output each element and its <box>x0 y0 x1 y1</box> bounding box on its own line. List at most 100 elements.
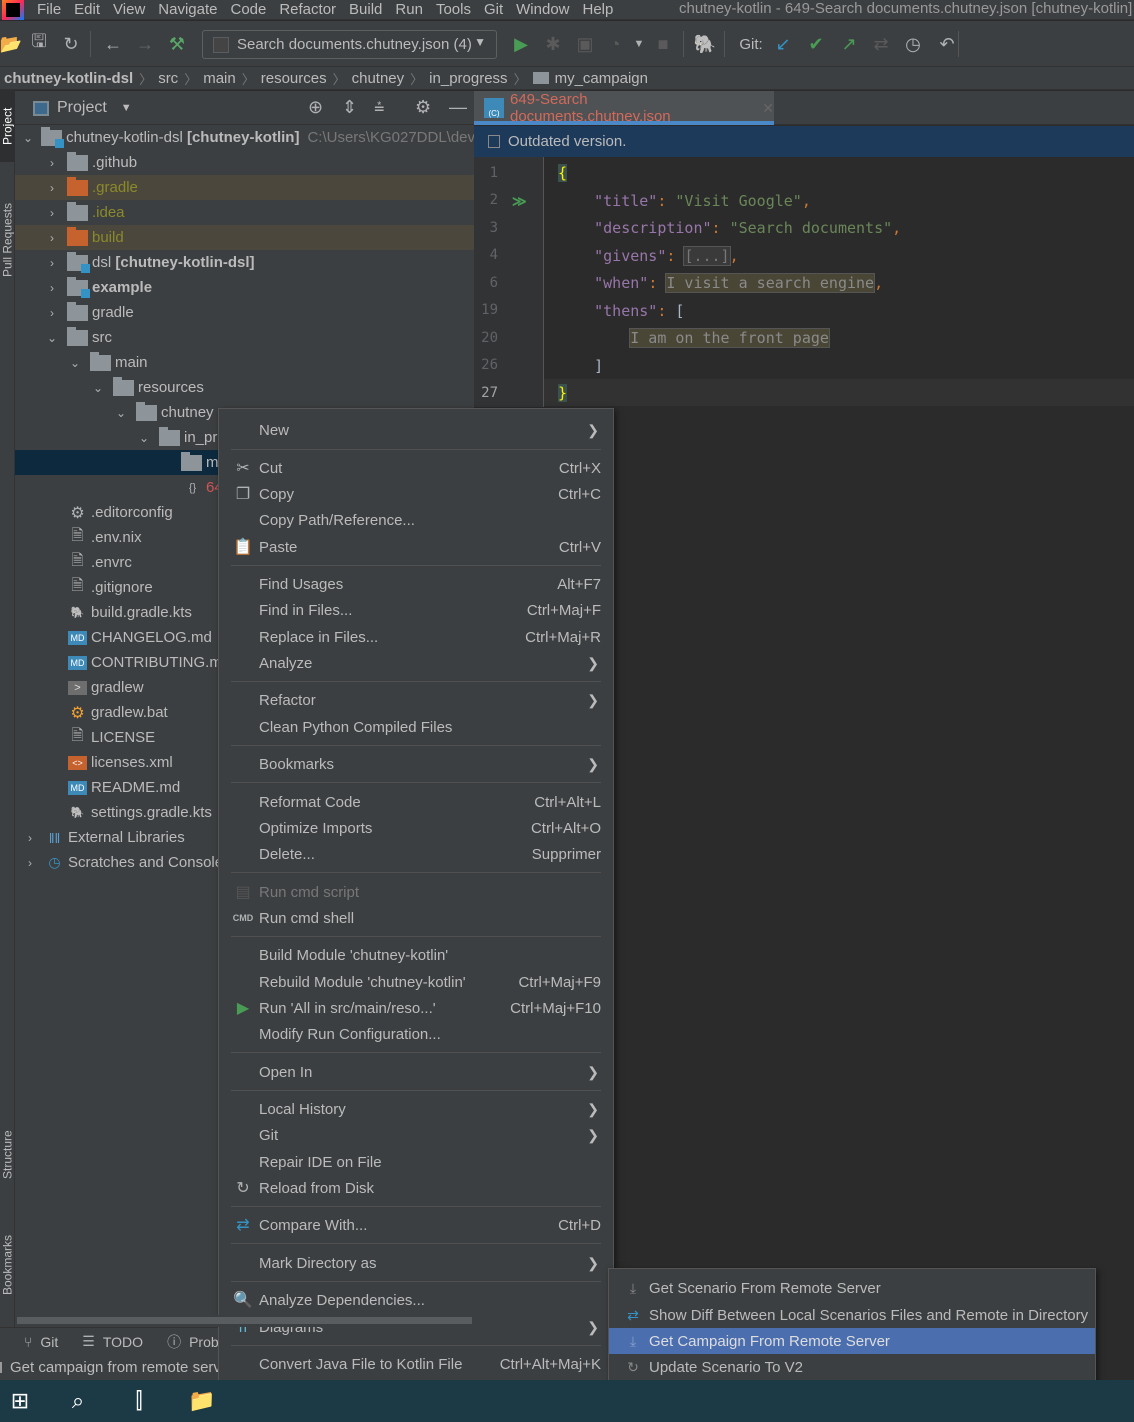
tree-item[interactable]: ⌄ src <box>15 325 474 350</box>
run-icon[interactable]: ▶ <box>510 33 532 55</box>
close-tab-icon[interactable]: ✕ <box>762 100 774 117</box>
tree-item[interactable]: › .github <box>15 150 474 175</box>
menu-help[interactable]: Help <box>583 1 614 18</box>
breadcrumb-item[interactable]: in_progress <box>429 70 507 87</box>
menu-code[interactable]: Code <box>230 1 266 18</box>
menu-item-copy-path[interactable]: Copy Path/Reference... <box>219 507 613 533</box>
menu-item-analyze[interactable]: Analyze ❯ <box>219 650 613 676</box>
build-hammer-icon[interactable]: ⚒ <box>166 33 188 55</box>
menu-item-local-history[interactable]: Local History ❯ <box>219 1096 613 1122</box>
menu-item-repair-ide[interactable]: Repair IDE on File <box>219 1149 613 1175</box>
rollback-icon[interactable]: ↶ <box>936 33 958 55</box>
debug-icon[interactable]: ✱ <box>542 33 564 55</box>
project-view-selector[interactable]: Project ▼ <box>33 99 132 117</box>
menu-item-build-module[interactable]: Build Module 'chutney-kotlin' <box>219 942 613 968</box>
tree-item[interactable]: ⌄ resources <box>15 375 474 400</box>
menu-item-refactor[interactable]: Refactor ❯ <box>219 687 613 713</box>
menu-item-convert-java-to-kotlin[interactable]: Convert Java File to Kotlin File Ctrl+Alt… <box>219 1351 613 1377</box>
chevron-down-icon[interactable]: ▼ <box>628 33 650 55</box>
submenu-item-show-diff[interactable]: ⇄ Show Diff Between Local Scenarios Files… <box>609 1302 1095 1328</box>
sync-icon[interactable]: ↻ <box>60 33 82 55</box>
tool-window-todo[interactable]: ☰ TODO <box>82 1333 143 1350</box>
menu-item-optimize-imports[interactable]: Optimize Imports Ctrl+Alt+O <box>219 815 613 841</box>
tree-item[interactable]: › .gradle <box>15 175 474 200</box>
tool-tab-project[interactable]: Project <box>0 90 15 162</box>
expand-all-icon[interactable]: ⇕ <box>342 97 357 118</box>
menu-item-mark-directory[interactable]: Mark Directory as ❯ <box>219 1250 613 1276</box>
menu-edit[interactable]: Edit <box>74 1 100 18</box>
run-scenario-gutter-icon[interactable]: ≫ <box>512 193 527 210</box>
menu-item-replace-in-files[interactable]: Replace in Files... Ctrl+Maj+R <box>219 624 613 650</box>
stop-icon[interactable]: ■ <box>652 33 674 55</box>
tree-item-root[interactable]: ⌄ chutney-kotlin-dsl [chutney-kotlin] C:… <box>15 125 475 150</box>
git-compare-icon[interactable]: ⇄ <box>870 33 892 55</box>
tool-tab-pull-requests[interactable]: Pull Requests <box>0 185 15 295</box>
file-explorer-icon[interactable]: 📁 <box>188 1388 216 1414</box>
menu-window[interactable]: Window <box>516 1 569 18</box>
collapse-all-icon[interactable]: ⩮ <box>374 97 385 118</box>
folded-region[interactable]: I visit a search engine <box>665 273 876 293</box>
menu-file[interactable]: File <box>37 1 61 18</box>
submenu-item-get-campaign[interactable]: ⤓ Get Campaign From Remote Server <box>609 1328 1095 1354</box>
coverage-icon[interactable]: ▣ <box>574 33 596 55</box>
history-clock-icon[interactable]: ◷ <box>902 33 924 55</box>
git-update-icon[interactable]: ↙ <box>772 33 794 55</box>
menu-navigate[interactable]: Navigate <box>158 1 217 18</box>
menu-refactor[interactable]: Refactor <box>279 1 336 18</box>
profile-icon[interactable]: ◔ <box>604 33 626 55</box>
menu-item-cut[interactable]: ✂ Cut Ctrl+X <box>219 455 613 481</box>
scrollbar-thumb[interactable] <box>17 1317 472 1324</box>
menu-item-reformat-code[interactable]: Reformat Code Ctrl+Alt+L <box>219 789 613 815</box>
editor-tab-active[interactable]: (C) 649-Search documents.chutney.json ✕ <box>474 91 774 125</box>
windows-start-icon[interactable]: ⊞ <box>6 1388 34 1414</box>
menu-item-git[interactable]: Git ❯ <box>219 1122 613 1148</box>
folded-region[interactable]: [...] <box>683 246 731 266</box>
git-push-icon[interactable]: ↗ <box>838 33 860 55</box>
menu-item-paste[interactable]: 📋 Paste Ctrl+V <box>219 534 613 560</box>
status-toggle-icon[interactable] <box>0 1362 2 1373</box>
tree-item[interactable]: › example <box>15 275 474 300</box>
menu-item-new[interactable]: New ❯ <box>219 417 613 443</box>
save-icon[interactable]: 🖫 <box>28 31 50 55</box>
folded-region[interactable]: I am on the front page <box>629 328 830 348</box>
menu-item-run-cmd-shell[interactable]: CMD Run cmd shell <box>219 905 613 931</box>
menu-item-find-in-files[interactable]: Find in Files... Ctrl+Maj+F <box>219 597 613 623</box>
menu-view[interactable]: View <box>113 1 145 18</box>
menu-run[interactable]: Run <box>395 1 423 18</box>
settings-gear-icon[interactable]: ⚙ <box>415 97 431 118</box>
menu-item-clean-python[interactable]: Clean Python Compiled Files <box>219 714 613 740</box>
menu-item-run-all[interactable]: ▶ Run 'All in src/main/reso...' Ctrl+Maj+F… <box>219 995 613 1021</box>
breadcrumb-item[interactable]: resources <box>261 70 327 87</box>
code-editor[interactable]: 1 2 3 4 6 19 20 26 27 ≫ { "title": "Visi… <box>474 157 1134 407</box>
menu-item-find-usages[interactable]: Find Usages Alt+F7 <box>219 571 613 597</box>
hide-minus-icon[interactable]: — <box>449 97 467 118</box>
breadcrumb-item[interactable]: chutney-kotlin-dsl <box>4 70 133 87</box>
menu-item-bookmarks[interactable]: Bookmarks ❯ <box>219 751 613 777</box>
gradle-elephant-icon[interactable]: 🐘 <box>694 33 716 55</box>
menu-item-open-in[interactable]: Open In ❯ <box>219 1059 613 1085</box>
tool-tab-bookmarks[interactable]: Bookmarks <box>0 1220 15 1310</box>
menu-item-delete[interactable]: Delete... Supprimer <box>219 841 613 867</box>
git-commit-icon[interactable]: ✔ <box>805 33 827 55</box>
menu-build[interactable]: Build <box>349 1 382 18</box>
menu-item-analyze-dependencies[interactable]: 🔍 Analyze Dependencies... <box>219 1287 613 1313</box>
menu-item-modify-run-config[interactable]: Modify Run Configuration... <box>219 1021 613 1047</box>
breadcrumb-item[interactable]: my_campaign <box>555 70 648 87</box>
tool-window-problems[interactable]: ⓘ Prob <box>167 1332 219 1352</box>
submenu-item-update-scenario-v2[interactable]: ↻ Update Scenario To V2 <box>609 1354 1095 1380</box>
tree-item[interactable]: › build <box>15 225 474 250</box>
open-folder-icon[interactable]: 📂 <box>0 33 22 55</box>
tool-window-git[interactable]: ⑂ Git <box>24 1334 58 1350</box>
menu-tools[interactable]: Tools <box>436 1 471 18</box>
horizontal-scrollbar[interactable] <box>15 1315 474 1327</box>
tree-item[interactable]: › dsl [chutney-kotlin-dsl] <box>15 250 474 275</box>
menu-item-reload-from-disk[interactable]: ↻ Reload from Disk <box>219 1175 613 1201</box>
run-configuration-selector[interactable]: Search documents.chutney.json (4) ▼ <box>202 30 497 59</box>
menu-item-rebuild-module[interactable]: Rebuild Module 'chutney-kotlin' Ctrl+Maj+… <box>219 969 613 995</box>
breadcrumb-item[interactable]: src <box>158 70 178 87</box>
task-view-icon[interactable]: ⫿ <box>125 1388 153 1414</box>
breadcrumb-item[interactable]: chutney <box>352 70 405 87</box>
tree-item[interactable]: › gradle <box>15 300 474 325</box>
menu-item-copy[interactable]: ❐ Copy Ctrl+C <box>219 481 613 507</box>
breadcrumb-item[interactable]: main <box>203 70 236 87</box>
